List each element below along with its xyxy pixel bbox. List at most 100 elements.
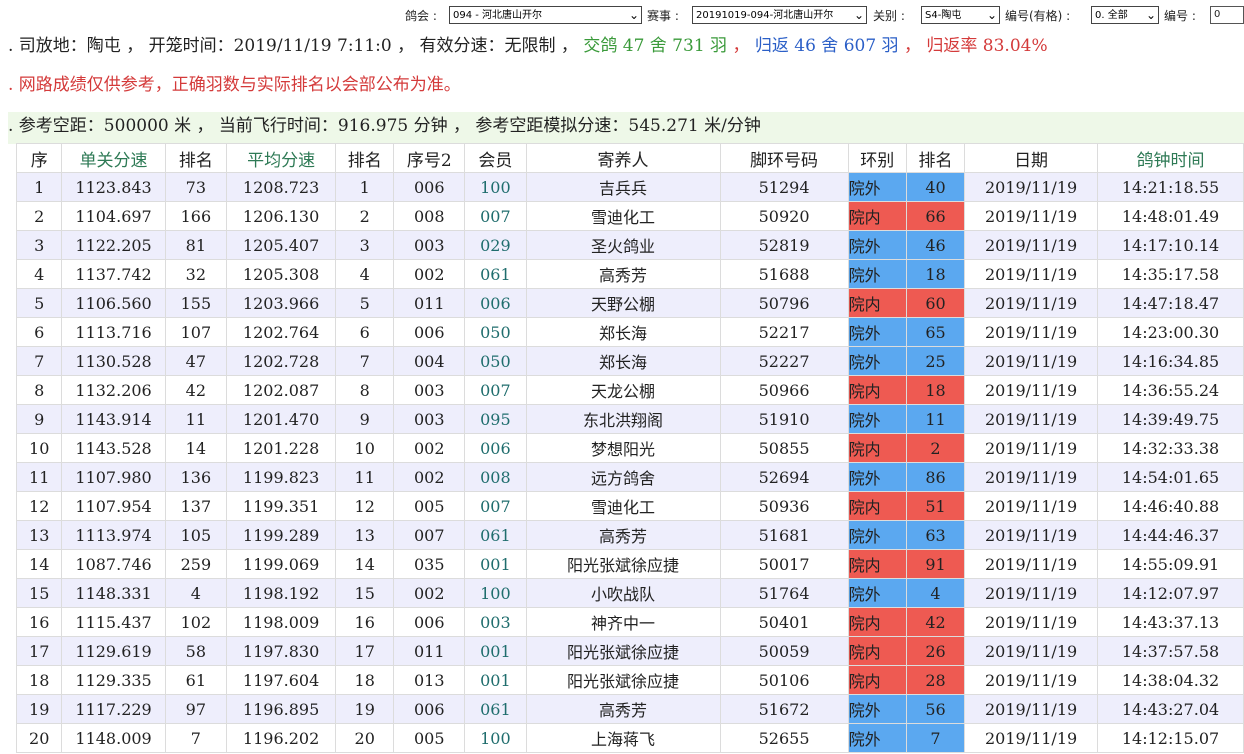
num-input[interactable]: 0 (1210, 6, 1244, 24)
cell-ring-number: 50920 (719, 201, 849, 231)
cell-member: 006 (464, 433, 527, 463)
cell-avg-rank: 3 (335, 230, 395, 260)
cell-owner: 吉兵兵 (525, 172, 721, 202)
cell-serial2: 011 (393, 288, 466, 318)
table-row: 3 1122.205 81 1205.407 3 003 029 圣火鸽业 52819 院外 46 2… (15, 230, 1244, 260)
col-header-rank[interactable]: 排名 (164, 143, 227, 173)
cell-member: 001 (464, 665, 527, 695)
cell-ring-type: 院内 (847, 433, 907, 463)
cell-ring-rank: 46 (905, 230, 966, 260)
chevron-down-icon: ⌄ (1145, 8, 1156, 22)
return-rate: 归返率 83.04% (926, 36, 1048, 56)
cell-single-speed: 1137.742 (61, 259, 166, 289)
cell-avg-rank: 8 (335, 375, 395, 405)
cell-ring-rank: 86 (905, 462, 966, 492)
cell-ring-number: 50796 (719, 288, 849, 318)
cell-ring-number: 51672 (719, 694, 849, 724)
cell-ring-rank: 2 (905, 433, 966, 463)
cell-member: 061 (464, 694, 527, 724)
race-select[interactable]: 20191019-094-河北唐山开尔 ⌄ (692, 6, 867, 24)
cell-date: 2019/11/19 (964, 404, 1099, 434)
code-select-value: 0. 全部 (1095, 10, 1128, 21)
cell-ring-number: 51688 (719, 259, 849, 289)
cell-avg-rank: 14 (335, 549, 395, 579)
cell-serial2: 035 (393, 549, 466, 579)
cell-owner: 郑长海 (525, 346, 721, 376)
reference-distance: . 参考空距：500000 米 ， 当前飞行时间：916.975 分钟 ， 参考… (8, 112, 1244, 144)
cell-single-speed: 1148.009 (61, 723, 166, 753)
cell-avg-speed: 1199.289 (225, 520, 337, 550)
col-header-single-speed[interactable]: 单关分速 (61, 143, 166, 173)
cell-owner: 阳光张斌徐应捷 (525, 549, 721, 579)
cell-rank: 105 (164, 520, 227, 550)
col-header-ring-number[interactable]: 脚环号码 (719, 143, 849, 173)
cell-member: 050 (464, 317, 527, 347)
cell-avg-rank: 12 (335, 491, 395, 521)
cell-ring-type: 院内 (847, 636, 907, 666)
cell-avg-speed: 1199.823 (225, 462, 337, 492)
cell-serial2: 002 (393, 462, 466, 492)
cell-ring-number: 52217 (719, 317, 849, 347)
col-header-member[interactable]: 会员 (464, 143, 527, 173)
cell-clock-time: 14:43:37.13 (1097, 607, 1244, 637)
table-row: 16 1115.437 102 1198.009 16 006 003 神齐中一 50401 院内… (15, 607, 1244, 637)
cell-avg-speed: 1203.966 (225, 288, 337, 318)
chevron-down-icon: ⌄ (628, 8, 639, 22)
col-header-date[interactable]: 日期 (964, 143, 1099, 173)
cell-ring-rank: 4 (905, 578, 966, 608)
cell-member: 029 (464, 230, 527, 260)
cell-rank: 11 (164, 404, 227, 434)
cell-ring-type: 院外 (847, 317, 907, 347)
cell-serial2: 006 (393, 607, 466, 637)
col-header-avg-rank[interactable]: 排名 (335, 143, 395, 173)
cell-owner: 郑长海 (525, 317, 721, 347)
cell-ring-rank: 51 (905, 491, 966, 521)
cell-ring-number: 50966 (719, 375, 849, 405)
cell-single-speed: 1113.974 (61, 520, 166, 550)
cell-owner: 梦想阳光 (525, 433, 721, 463)
gate-select[interactable]: S4-陶屯 ⌄ (921, 6, 1000, 24)
race-summary: . 司放地：陶屯 ， 开笼时间：2019/11/19 7:11:0 ， 有效分速… (8, 33, 1244, 65)
cell-avg-rank: 11 (335, 462, 395, 492)
cell-index: 6 (15, 317, 63, 347)
col-header-clock-time[interactable]: 鸽钟时间 (1097, 143, 1244, 173)
cell-owner: 东北洪翔阁 (525, 404, 721, 434)
col-header-serial2[interactable]: 序号2 (393, 143, 466, 173)
cell-rank: 97 (164, 694, 227, 724)
cell-avg-rank: 2 (335, 201, 395, 231)
cell-serial2: 005 (393, 723, 466, 753)
cell-member: 007 (464, 375, 527, 405)
club-select[interactable]: 094 - 河北唐山开尔 ⌄ (449, 6, 642, 24)
cell-member: 007 (464, 491, 527, 521)
col-header-ring-rank[interactable]: 排名 (905, 143, 966, 173)
cell-avg-speed: 1198.192 (225, 578, 337, 608)
cell-index: 9 (15, 404, 63, 434)
table-row: 17 1129.619 58 1197.830 17 011 001 阳光张斌徐应捷 50059… (15, 636, 1244, 666)
cell-ring-rank: 56 (905, 694, 966, 724)
cell-date: 2019/11/19 (964, 317, 1099, 347)
cell-member: 001 (464, 636, 527, 666)
cell-ring-type: 院外 (847, 259, 907, 289)
cell-date: 2019/11/19 (964, 665, 1099, 695)
disclaimer: . 网路成绩仅供参考，正确羽数与实际排名以会部公布为准。 (8, 75, 461, 95)
col-header-ring-type[interactable]: 环别 (847, 143, 907, 173)
col-header-owner[interactable]: 寄养人 (525, 143, 721, 173)
cell-rank: 42 (164, 375, 227, 405)
cell-owner: 上海蒋飞 (525, 723, 721, 753)
results-table: 序 单关分速 排名 平均分速 排名 序号2 会员 寄养人 脚环号码 环别 排名 … (15, 143, 1244, 753)
cell-date: 2019/11/19 (964, 433, 1099, 463)
col-header-index[interactable]: 序 (15, 143, 63, 173)
cell-ring-rank: 60 (905, 288, 966, 318)
cell-index: 12 (15, 491, 63, 521)
cell-ring-type: 院外 (847, 578, 907, 608)
code-select[interactable]: 0. 全部 ⌄ (1091, 6, 1159, 24)
col-header-avg-speed[interactable]: 平均分速 (225, 143, 337, 173)
cell-date: 2019/11/19 (964, 346, 1099, 376)
cell-ring-type: 院内 (847, 288, 907, 318)
cell-member: 003 (464, 607, 527, 637)
cell-single-speed: 1107.980 (61, 462, 166, 492)
table-row: 5 1106.560 155 1203.966 5 011 006 天野公棚 50796 院内 60… (15, 288, 1244, 318)
cell-avg-speed: 1196.895 (225, 694, 337, 724)
cell-ring-rank: 40 (905, 172, 966, 202)
cell-date: 2019/11/19 (964, 201, 1099, 231)
